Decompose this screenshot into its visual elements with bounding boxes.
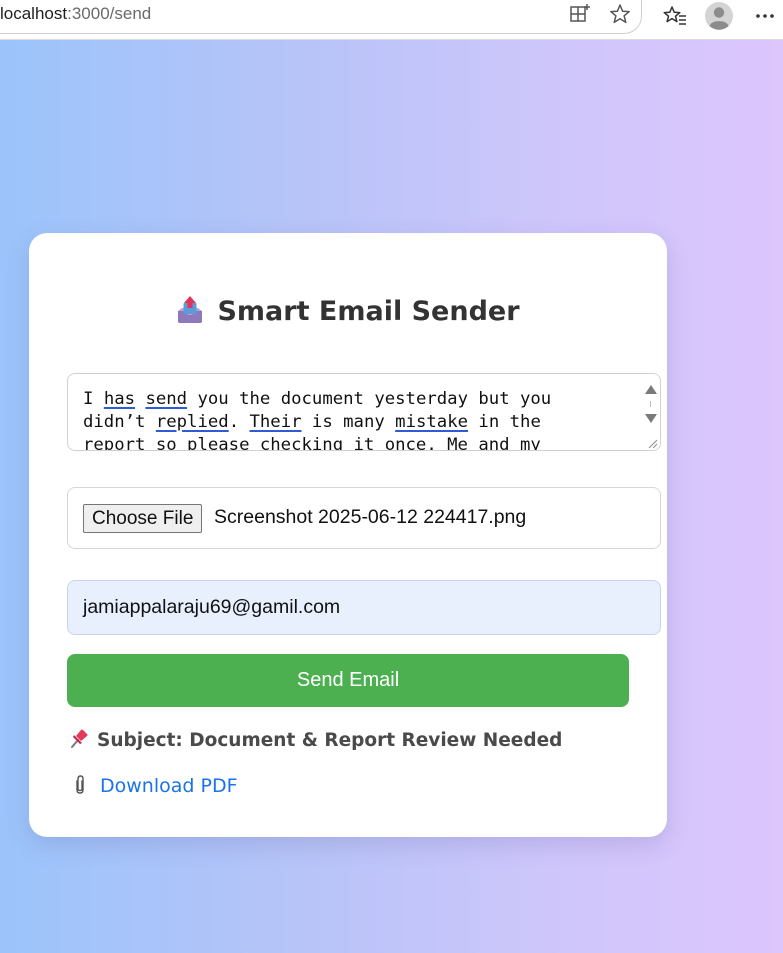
email-value: jamiappalaraju69@gamil.com bbox=[83, 596, 341, 618]
url-host: localhost bbox=[0, 4, 68, 23]
misspelled-word: send bbox=[145, 389, 188, 409]
message-fragment: is many bbox=[301, 412, 396, 432]
misspelled-word: has bbox=[103, 389, 136, 409]
email-sender-card: Smart Email Sender I has send you the do… bbox=[29, 233, 667, 837]
favorites-list-icon[interactable] bbox=[663, 5, 686, 27]
download-line: Download PDF bbox=[71, 774, 238, 797]
subject-text: Subject: Document & Report Review Needed bbox=[97, 730, 563, 751]
scroll-thumb[interactable] bbox=[650, 401, 651, 407]
misspelled-word: mistake bbox=[395, 412, 469, 432]
subject-line: Subject: Document & Report Review Needed bbox=[69, 727, 562, 751]
url-path: :3000/send bbox=[67, 4, 152, 23]
recipient-email-field[interactable]: jamiappalaraju69@gamil.com bbox=[67, 580, 661, 635]
scroll-up-arrow-icon[interactable] bbox=[645, 385, 657, 394]
file-input-container: Choose File Screenshot 2025-06-12 224417… bbox=[67, 487, 661, 549]
download-pdf-link[interactable]: Download PDF bbox=[100, 775, 238, 797]
paperclip-icon bbox=[71, 774, 89, 796]
misspelled-word: Their bbox=[249, 412, 302, 432]
choose-file-button[interactable]: Choose File bbox=[83, 504, 203, 533]
misspelled-word: replied bbox=[155, 412, 229, 432]
more-menu-icon[interactable] bbox=[754, 5, 776, 27]
browser-toolbar: localhost:3000/send bbox=[0, 0, 783, 40]
outbox-tray-icon bbox=[176, 295, 204, 325]
pushpin-icon bbox=[69, 727, 89, 749]
title-text: Smart Email Sender bbox=[217, 296, 520, 327]
split-screen-icon[interactable] bbox=[569, 3, 591, 25]
message-fragment: . bbox=[228, 412, 250, 432]
message-fragment: I bbox=[83, 389, 104, 409]
page-title: Smart Email Sender bbox=[29, 295, 667, 327]
favorites-star-icon[interactable] bbox=[609, 3, 631, 25]
message-textarea[interactable]: I has send you the document yesterday bu… bbox=[67, 373, 661, 451]
page-background: Smart Email Sender I has send you the do… bbox=[0, 40, 783, 953]
url-text[interactable]: localhost:3000/send bbox=[0, 4, 151, 24]
selected-file-name: Screenshot 2025-06-12 224417.png bbox=[214, 506, 527, 528]
resize-handle-icon[interactable] bbox=[646, 436, 658, 449]
scroll-down-arrow-icon[interactable] bbox=[645, 414, 657, 423]
address-bar[interactable]: localhost:3000/send bbox=[0, 0, 642, 34]
message-fragment bbox=[135, 389, 145, 409]
send-email-button[interactable]: Send Email bbox=[67, 654, 629, 707]
message-text[interactable]: I has send you the document yesterday bu… bbox=[83, 388, 613, 450]
profile-avatar-icon[interactable] bbox=[704, 1, 734, 31]
